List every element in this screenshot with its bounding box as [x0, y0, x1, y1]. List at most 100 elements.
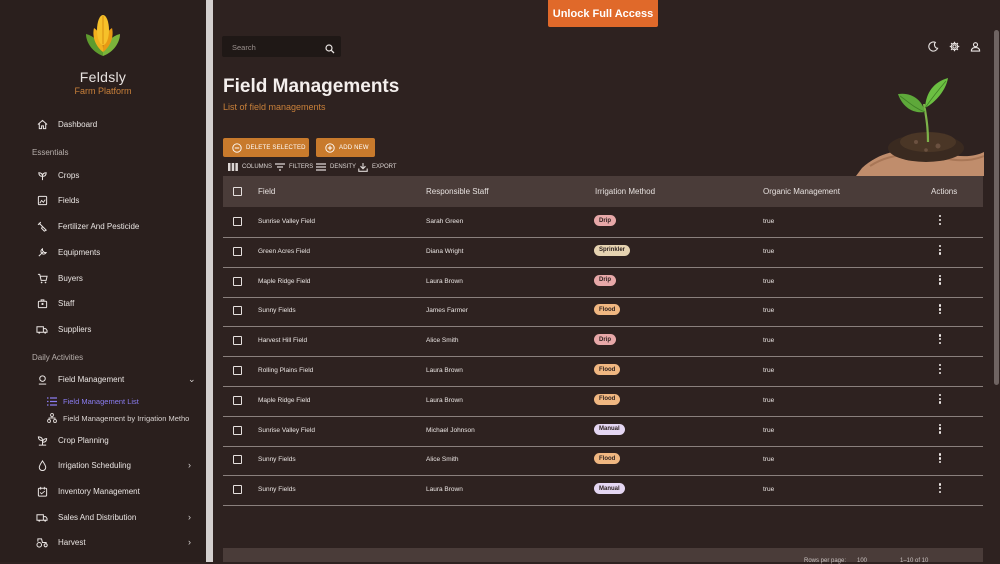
- sidebar-item-equipments[interactable]: Equipments: [0, 242, 206, 262]
- table-row[interactable]: Maple Ridge Field Laura Brown Drip true: [223, 267, 983, 298]
- sidebar-item-inventory-management[interactable]: Inventory Management: [0, 481, 206, 501]
- row-checkbox[interactable]: [233, 485, 242, 495]
- row-checkbox[interactable]: [233, 336, 242, 346]
- sidebar-item-field-management[interactable]: Field Management ⌄: [0, 369, 206, 389]
- column-header-irrigation-method[interactable]: Irrigation Method: [595, 187, 655, 196]
- dark-mode-icon[interactable]: [927, 40, 939, 52]
- page-scrollbar-thumb[interactable]: [994, 30, 999, 385]
- row-checkbox[interactable]: [233, 455, 242, 465]
- table-row[interactable]: Sunrise Valley Field Michael Johnson Manua…: [223, 416, 983, 447]
- table-row[interactable]: Green Acres Field Diana Wright Sprinkler tr…: [223, 237, 983, 268]
- cell-field: Sunny Fields: [258, 307, 296, 315]
- sidebar-item-sales-distribution[interactable]: Sales And Distribution ›: [0, 507, 206, 527]
- row-checkbox[interactable]: [233, 276, 242, 286]
- sidebar-item-dashboard[interactable]: Dashboard: [0, 114, 206, 134]
- table-row[interactable]: Sunny Fields Alice Smith Flood true: [223, 445, 983, 477]
- columns-label: COLUMNS: [242, 164, 273, 170]
- table-footer: [223, 548, 983, 562]
- table-row[interactable]: Rolling Plains Field Laura Brown Flood true: [223, 356, 983, 387]
- column-header-organic-management[interactable]: Organic Management: [763, 187, 840, 196]
- more-actions-icon[interactable]: [938, 244, 942, 257]
- search-input[interactable]: [230, 39, 320, 56]
- cell-responsible-staff: Laura Brown: [426, 396, 463, 404]
- more-actions-icon[interactable]: [938, 393, 942, 406]
- search-icon[interactable]: [325, 41, 335, 59]
- add-new-button[interactable]: ADD NEW: [316, 138, 375, 157]
- filters-button[interactable]: FILTERS: [275, 162, 313, 172]
- rows-per-page-select[interactable]: 100: [857, 558, 867, 564]
- inventory-icon: [36, 485, 48, 497]
- sidebar-item-fertilizer[interactable]: Fertilizer And Pesticide: [0, 216, 206, 236]
- irrigation-method-chip: Manual: [594, 423, 625, 435]
- water-drop-icon: [36, 459, 48, 471]
- row-checkbox[interactable]: [233, 395, 242, 405]
- more-actions-icon[interactable]: [938, 364, 942, 376]
- columns-button[interactable]: COLUMNS: [228, 162, 272, 172]
- search-box: [222, 36, 341, 57]
- sidebar-scrollbar[interactable]: [206, 0, 213, 562]
- section-title-daily-activities: Daily Activities: [32, 353, 84, 362]
- cell-organic-management: true: [763, 247, 775, 255]
- table-row[interactable]: Sunny Fields Laura Brown Manual true: [223, 475, 983, 507]
- delete-selected-button[interactable]: DELETE SELECTED: [223, 138, 309, 157]
- irrigation-method-chip: Flood: [594, 364, 621, 375]
- density-label: DENSITY: [330, 164, 357, 170]
- cell-organic-management: true: [763, 486, 775, 494]
- export-button[interactable]: EXPORT: [358, 162, 397, 172]
- more-actions-icon[interactable]: [938, 423, 942, 436]
- cell-responsible-staff: Michael Johnson: [426, 426, 475, 434]
- sidebar-subitem-field-management-list[interactable]: Field Management List: [0, 393, 206, 409]
- chevron-right-icon[interactable]: ›: [188, 460, 191, 470]
- columns-icon: [228, 162, 238, 172]
- more-actions-icon[interactable]: [938, 274, 942, 287]
- more-actions-icon[interactable]: [938, 304, 942, 316]
- sidebar-item-label: Fields: [58, 195, 80, 205]
- cell-organic-management: true: [763, 367, 775, 374]
- sidebar-item-label: Irrigation Scheduling: [58, 460, 131, 470]
- column-header-responsible-staff[interactable]: Responsible Staff: [426, 187, 489, 196]
- home-icon: [36, 118, 48, 130]
- sidebar-item-irrigation-scheduling[interactable]: Irrigation Scheduling ›: [0, 455, 206, 475]
- user-icon[interactable]: [969, 40, 981, 52]
- list-icon: [47, 396, 57, 406]
- table-row[interactable]: Harvest Hill Field Alice Smith Drip true: [223, 326, 983, 358]
- table-row[interactable]: Maple Ridge Field Laura Brown Flood true: [223, 386, 983, 417]
- select-all-checkbox[interactable]: [233, 187, 242, 196]
- cell-organic-management: true: [763, 337, 775, 345]
- table-row[interactable]: Sunny Fields James Farmer Flood true: [223, 296, 983, 328]
- cell-responsible-staff: Laura Brown: [426, 367, 463, 374]
- row-checkbox[interactable]: [233, 366, 242, 375]
- more-actions-icon[interactable]: [938, 483, 942, 495]
- sidebar-subitem-label: Field Management List: [63, 396, 139, 406]
- more-actions-icon[interactable]: [938, 453, 942, 465]
- cell-responsible-staff: Diana Wright: [426, 247, 464, 255]
- gear-icon[interactable]: [948, 40, 960, 52]
- column-header-actions: Actions: [931, 187, 958, 196]
- row-checkbox[interactable]: [233, 217, 242, 226]
- row-checkbox[interactable]: [233, 425, 242, 435]
- page-title: Field Managements: [223, 76, 400, 97]
- sidebar-item-label: Fertilizer And Pesticide: [58, 221, 140, 231]
- sidebar-item-crops[interactable]: Crops: [0, 165, 206, 185]
- column-header-field[interactable]: Field: [258, 187, 275, 196]
- more-actions-icon[interactable]: [938, 215, 942, 227]
- chevron-down-icon[interactable]: ⌄: [188, 374, 196, 385]
- section-title-essentials: Essentials: [32, 148, 69, 157]
- more-actions-icon[interactable]: [938, 334, 942, 346]
- sidebar-item-crop-planning[interactable]: Crop Planning: [0, 430, 206, 450]
- page-scrollbar[interactable]: [993, 0, 1000, 562]
- sidebar-item-harvest[interactable]: Harvest ›: [0, 532, 206, 552]
- density-button[interactable]: DENSITY: [316, 162, 356, 172]
- sidebar-item-buyers[interactable]: Buyers: [0, 268, 206, 288]
- sidebar-item-suppliers[interactable]: Suppliers: [0, 319, 206, 339]
- sidebar-item-fields[interactable]: Fields: [0, 190, 206, 210]
- unlock-full-access-button[interactable]: Unlock Full Access: [548, 0, 658, 27]
- sidebar-item-label: Crop Planning: [58, 435, 109, 445]
- table-row[interactable]: Sunrise Valley Field Sarah Green Drip true: [223, 207, 983, 238]
- row-checkbox[interactable]: [233, 246, 242, 256]
- chevron-right-icon[interactable]: ›: [188, 512, 191, 522]
- chevron-right-icon[interactable]: ›: [188, 537, 191, 547]
- sidebar-subitem-field-management-by-irrigation[interactable]: Field Management by Irrigation Metho: [0, 410, 206, 426]
- row-checkbox[interactable]: [233, 306, 242, 316]
- sidebar-item-staff[interactable]: Staff: [0, 293, 206, 313]
